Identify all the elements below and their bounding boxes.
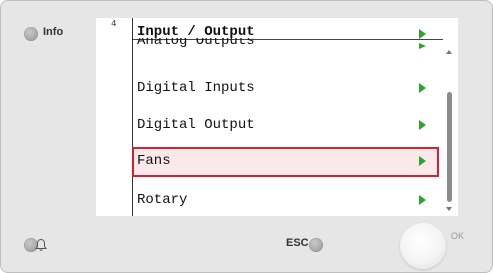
menu-item-label: Fans <box>137 153 171 169</box>
chevron-right-icon <box>419 43 426 49</box>
menu-item-digital-output[interactable]: Digital Output <box>132 111 439 139</box>
ok-label: OK <box>451 231 465 241</box>
chevron-right-icon <box>419 120 426 130</box>
menu-item-rotary[interactable]: Rotary <box>132 186 439 214</box>
info-button[interactable]: Info <box>43 26 63 38</box>
controller-panel: Info 4 Input / Output Analog Outputs Dig… <box>0 0 493 273</box>
menu-item-label: Digital Inputs <box>137 80 255 96</box>
esc-led <box>309 238 323 252</box>
scrollbar-thumb[interactable] <box>447 92 452 202</box>
chevron-right-icon <box>419 83 426 93</box>
menu-item-label: Rotary <box>137 192 188 208</box>
bell-icon[interactable] <box>34 238 48 252</box>
menu-item-label: Digital Output <box>137 117 255 133</box>
scroll-down-icon[interactable] <box>446 207 452 211</box>
title-arrow-icon <box>419 29 426 39</box>
scroll-up-icon[interactable] <box>446 50 452 54</box>
esc-button[interactable]: ESC <box>286 237 309 249</box>
ok-button[interactable] <box>400 223 446 269</box>
menu-item-analog-outputs[interactable]: Analog Outputs <box>137 38 255 50</box>
menu-item-label: Analog Outputs <box>137 38 255 49</box>
info-led <box>24 27 38 41</box>
chevron-right-icon <box>419 156 426 166</box>
page-number: 4 <box>111 19 117 29</box>
display-screen: 4 Input / Output Analog Outputs Digital … <box>96 18 458 216</box>
chevron-right-icon <box>419 195 426 205</box>
menu-item-fans[interactable]: Fans <box>132 147 439 177</box>
menu-item-digital-inputs[interactable]: Digital Inputs <box>132 74 439 102</box>
